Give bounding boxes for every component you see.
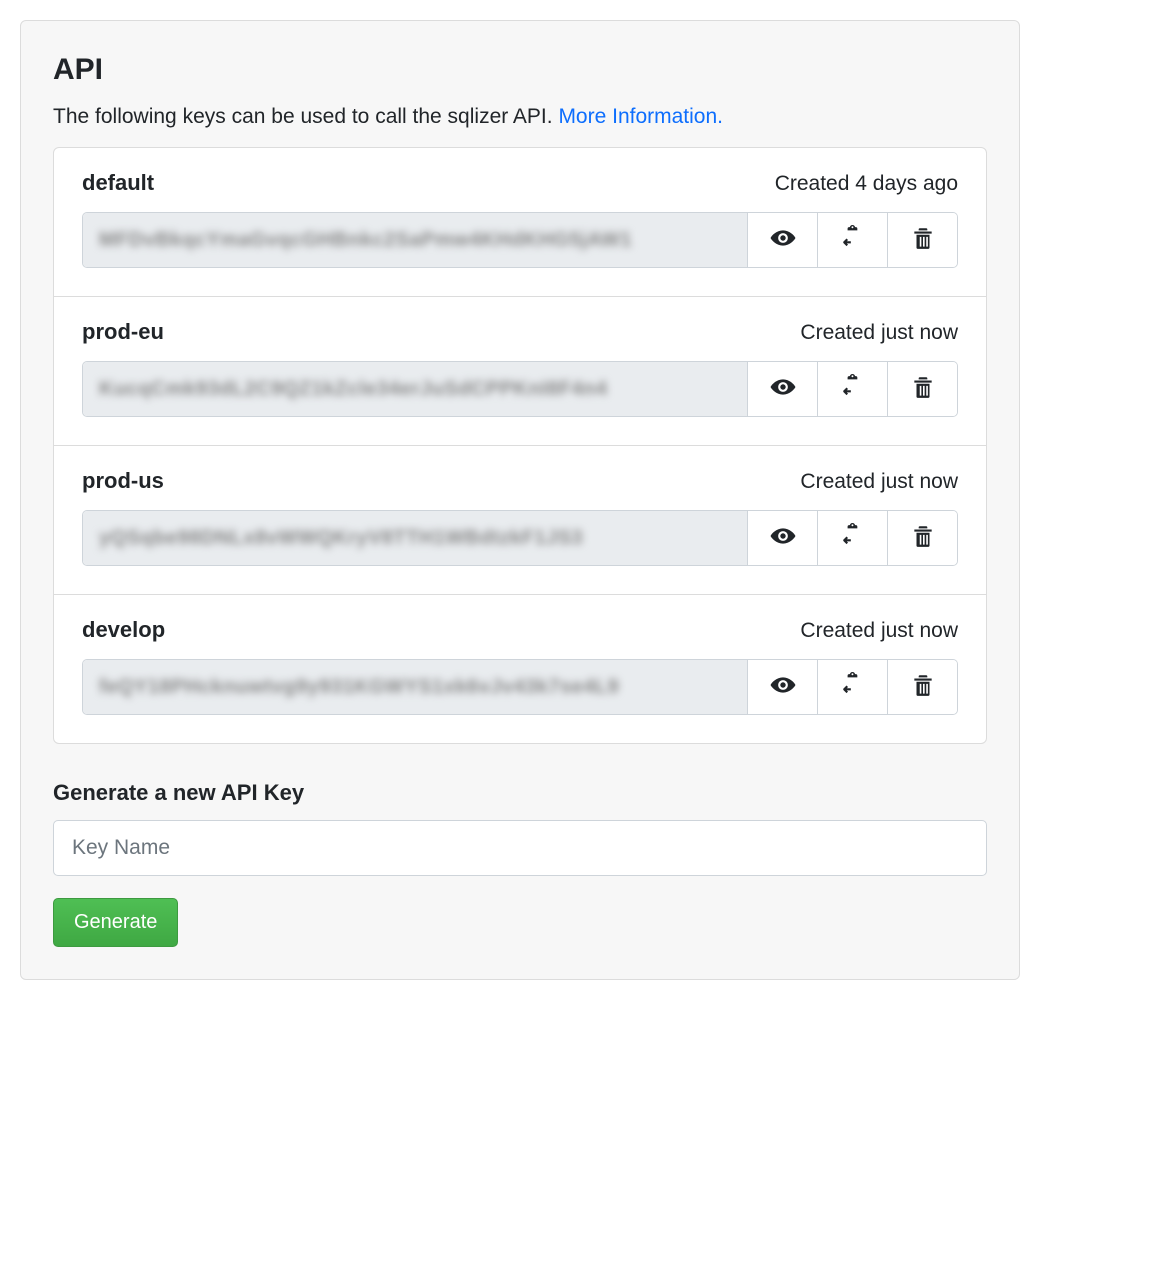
key-created: Created just now [800,470,958,494]
reveal-key-button[interactable] [747,362,817,416]
api-panel: API The following keys can be used to ca… [20,20,1020,980]
key-row: MFDvBkqcYmaGvqcGHBnkc2SaPmw4KHdKHG5jAW1 [82,212,958,268]
key-row: yQSqbe98DNLx8vWWQKryV8TTH1WBdtzkF1JS3 [82,510,958,566]
key-value-field: MFDvBkqcYmaGvqcGHBnkc2SaPmw4KHdKHG5jAW1 [83,213,747,267]
clipboard-icon [840,672,866,703]
key-header: prod-eu Created just now [82,319,958,345]
key-header: default Created 4 days ago [82,170,958,196]
delete-key-button[interactable] [887,511,957,565]
key-name-input[interactable] [53,820,987,876]
key-name: default [82,170,154,196]
clipboard-icon [840,374,866,405]
reveal-key-button[interactable] [747,213,817,267]
key-name: prod-eu [82,319,164,345]
generate-button[interactable]: Generate [53,898,178,947]
reveal-key-button[interactable] [747,511,817,565]
delete-key-button[interactable] [887,660,957,714]
eye-icon [770,672,796,703]
eye-icon [770,225,796,256]
key-header: prod-us Created just now [82,468,958,494]
trash-icon [910,523,936,554]
key-masked-value: MFDvBkqcYmaGvqcGHBnkc2SaPmw4KHdKHG5jAW1 [99,229,632,252]
copy-key-button[interactable] [817,362,887,416]
clipboard-icon [840,523,866,554]
delete-key-button[interactable] [887,362,957,416]
key-masked-value: feQY18PHcknuwtvg9y931KGWYS1xk6vJv43k7se4… [99,676,619,699]
delete-key-button[interactable] [887,213,957,267]
api-key-list: default Created 4 days ago MFDvBkqcYmaGv… [53,147,987,744]
copy-key-button[interactable] [817,660,887,714]
reveal-key-button[interactable] [747,660,817,714]
key-created: Created just now [800,321,958,345]
key-header: develop Created just now [82,617,958,643]
trash-icon [910,672,936,703]
api-key-item: prod-eu Created just now KucqCmk93dL2C9Q… [54,296,986,445]
key-name: prod-us [82,468,164,494]
generate-section: Generate a new API Key Generate [53,780,987,947]
generate-heading: Generate a new API Key [53,780,987,806]
panel-description-text: The following keys can be used to call t… [53,105,558,128]
clipboard-icon [840,225,866,256]
copy-key-button[interactable] [817,213,887,267]
more-info-link[interactable]: More Information. [558,105,723,128]
key-row: KucqCmk93dL2C9QZ1kZcle34erJuSdCPPKnI8F4n… [82,361,958,417]
key-value-field: yQSqbe98DNLx8vWWQKryV8TTH1WBdtzkF1JS3 [83,511,747,565]
eye-icon [770,523,796,554]
copy-key-button[interactable] [817,511,887,565]
panel-title: API [53,53,987,87]
key-created: Created just now [800,619,958,643]
key-value-field: feQY18PHcknuwtvg9y931KGWYS1xk6vJv43k7se4… [83,660,747,714]
panel-description: The following keys can be used to call t… [53,105,987,129]
key-masked-value: KucqCmk93dL2C9QZ1kZcle34erJuSdCPPKnI8F4n… [99,378,607,401]
api-key-item: default Created 4 days ago MFDvBkqcYmaGv… [54,148,986,296]
trash-icon [910,225,936,256]
api-key-item: develop Created just now feQY18PHcknuwtv… [54,594,986,743]
key-created: Created 4 days ago [775,172,958,196]
key-row: feQY18PHcknuwtvg9y931KGWYS1xk6vJv43k7se4… [82,659,958,715]
trash-icon [910,374,936,405]
api-key-item: prod-us Created just now yQSqbe98DNLx8vW… [54,445,986,594]
eye-icon [770,374,796,405]
key-masked-value: yQSqbe98DNLx8vWWQKryV8TTH1WBdtzkF1JS3 [99,527,583,550]
key-name: develop [82,617,165,643]
key-value-field: KucqCmk93dL2C9QZ1kZcle34erJuSdCPPKnI8F4n… [83,362,747,416]
